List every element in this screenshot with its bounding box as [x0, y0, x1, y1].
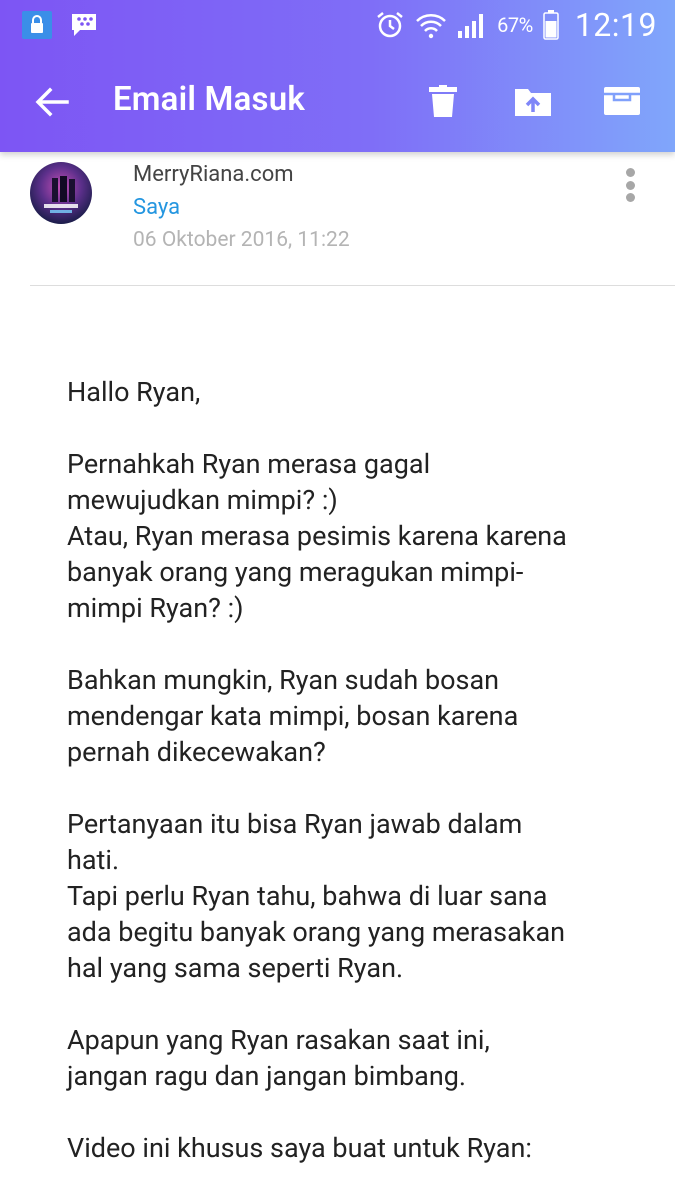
more-vert-icon: [625, 168, 635, 177]
recipient-link[interactable]: Saya: [133, 195, 180, 220]
archive-icon: [604, 87, 640, 115]
archive-button[interactable]: [597, 76, 647, 126]
battery-percent: 67%: [497, 13, 533, 37]
move-to-folder-button[interactable]: [508, 76, 558, 126]
message-date: 06 Oktober 2016, 11:22: [133, 228, 350, 252]
body-paragraph: Bahkan mungkin, Ryan sudah bosan mendeng…: [67, 664, 519, 768]
signal-icon: [457, 11, 487, 39]
message-body: Hallo Ryan, Pernahkah Ryan merasa gagal …: [67, 374, 647, 1200]
delete-button[interactable]: [418, 76, 468, 126]
more-options-button[interactable]: [615, 164, 645, 206]
body-paragraph: Pernahkah Ryan merasa gagal mewujudkan m…: [67, 448, 567, 624]
app-bar: Email Masuk: [0, 50, 675, 152]
clock: 12:19: [574, 6, 657, 44]
avatar[interactable]: [30, 162, 92, 224]
body-paragraph: Hallo Ryan,: [67, 376, 201, 408]
back-button[interactable]: [30, 80, 74, 124]
body-paragraph: Apapun yang Ryan rasakan saat ini, janga…: [67, 1024, 490, 1092]
bbm-icon: [70, 12, 98, 38]
header-divider: [30, 285, 675, 286]
message-header: MerryRiana.com Saya 06 Oktober 2016, 11:…: [0, 152, 675, 286]
battery-icon: [543, 10, 559, 40]
delete-icon: [429, 85, 457, 117]
lock-icon: [22, 11, 52, 39]
top-bar: 67% 12:19 Email Masuk: [0, 0, 675, 152]
arrow-back-icon: [35, 87, 69, 117]
body-paragraph: Video ini khusus saya buat untuk Ryan:: [67, 1132, 532, 1164]
status-bar: 67% 12:19: [0, 0, 675, 50]
move-to-folder-icon: [515, 89, 551, 116]
wifi-icon: [415, 11, 447, 39]
sender-name: MerryRiana.com: [133, 162, 294, 187]
alarm-icon: [375, 10, 405, 40]
page-title: Email Masuk: [113, 80, 305, 119]
body-paragraph: Pertanyaan itu bisa Ryan jawab dalam hat…: [67, 808, 566, 984]
